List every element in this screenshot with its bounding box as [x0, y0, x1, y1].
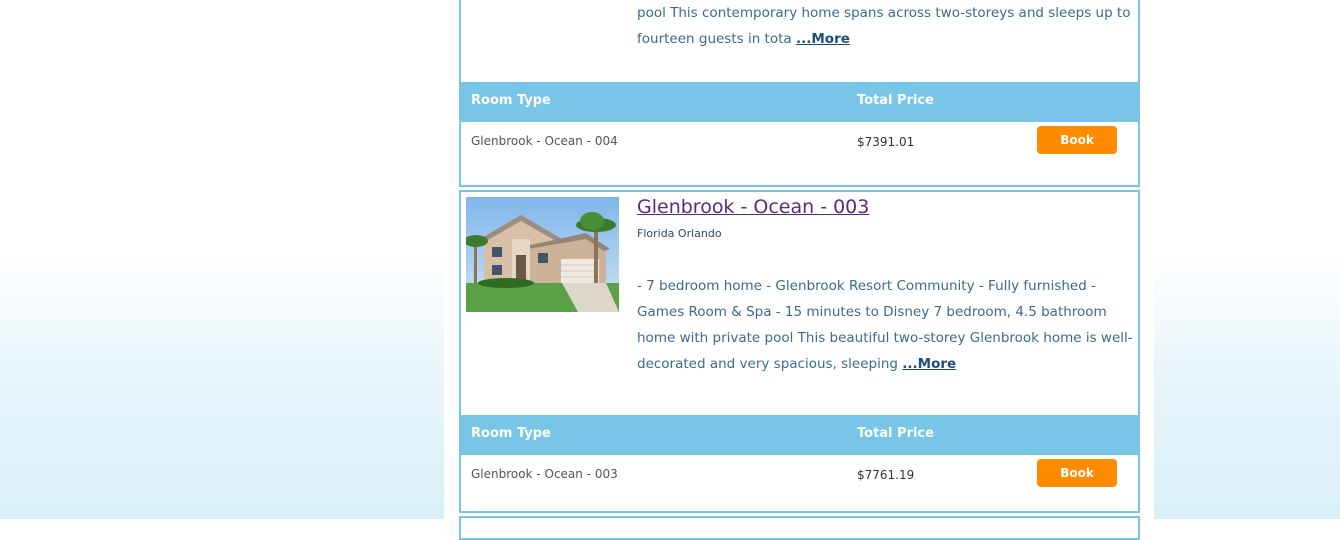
room-row: Glenbrook - Ocean - 003 $7761.19 Book [461, 455, 1138, 508]
total-price-header: Total Price [857, 426, 934, 441]
room-type-cell: Glenbrook - Ocean - 004 [471, 134, 618, 148]
more-link[interactable]: ...More [902, 356, 956, 372]
property-description: pool This contemporary home spans across… [637, 5, 1131, 47]
total-price-cell: $7761.19 [857, 468, 915, 482]
property-listing-card [459, 516, 1140, 540]
room-table-header: Room Type Total Price [461, 415, 1138, 455]
total-price-header: Total Price [857, 93, 934, 108]
book-button[interactable]: Book [1037, 459, 1117, 487]
room-type-cell: Glenbrook - Ocean - 003 [471, 467, 618, 481]
more-link[interactable]: ...More [796, 31, 850, 47]
property-location: Florida Orlando [637, 227, 722, 240]
property-listing-card: pool This contemporary home spans across… [459, 0, 1140, 187]
room-type-header: Room Type [471, 93, 551, 108]
room-type-header: Room Type [471, 426, 551, 441]
room-row: Glenbrook - Ocean - 004 $7391.01 Book [461, 122, 1138, 175]
book-button[interactable]: Book [1037, 126, 1117, 154]
total-price-cell: $7391.01 [857, 135, 915, 149]
property-listing-card: Glenbrook - Ocean - 003 Florida Orlando … [459, 190, 1140, 513]
room-table-header: Room Type Total Price [461, 82, 1138, 122]
property-title-link[interactable]: Glenbrook - Ocean - 003 [637, 196, 869, 218]
property-photo[interactable] [466, 197, 619, 312]
property-description: - 7 bedroom home - Glenbrook Resort Comm… [637, 278, 1133, 372]
